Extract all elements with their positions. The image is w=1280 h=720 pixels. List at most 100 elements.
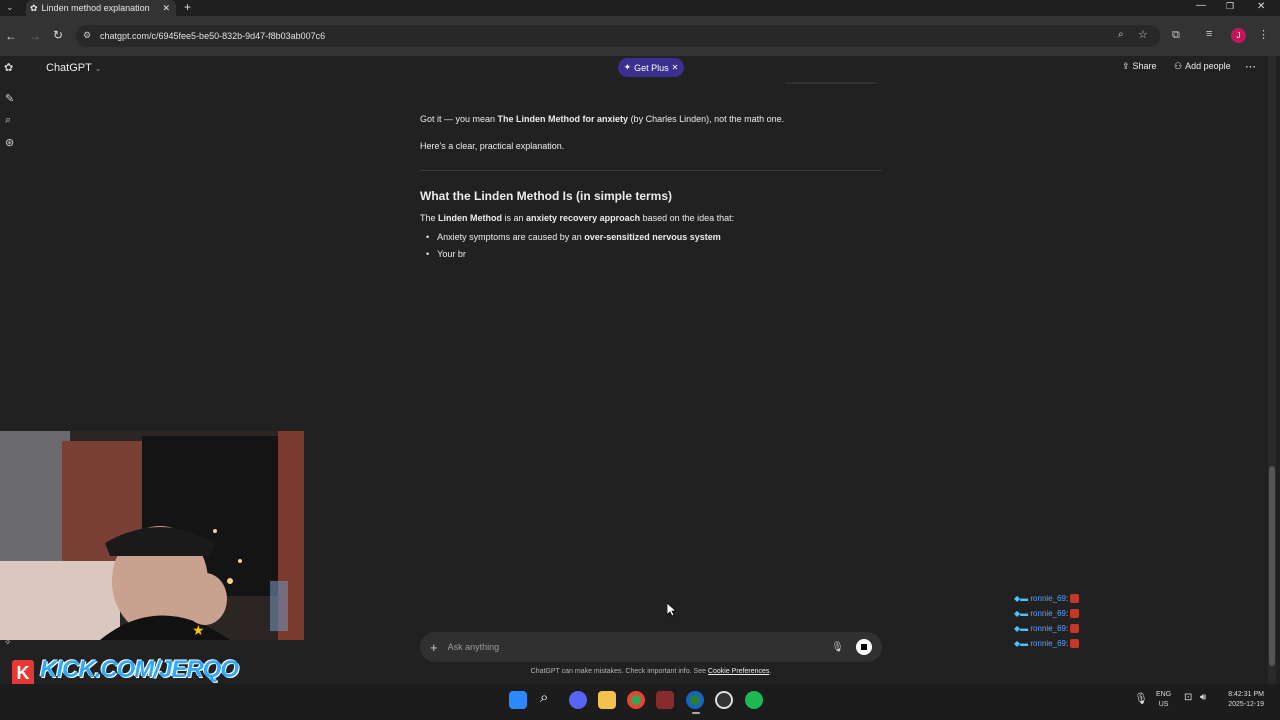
bullet: • (426, 249, 430, 259)
model-selector[interactable]: ChatGPT ⌄ (46, 62, 101, 74)
microphone-tray-icon[interactable]: 🎙︎ (1134, 692, 1148, 705)
chat-line: ◆▬ ronnie_69: (1014, 639, 1104, 654)
text-run: based on the idea that: (640, 213, 735, 223)
language-indicator[interactable]: ENG US (1156, 690, 1171, 710)
media-control-icon[interactable]: ≡ (1206, 28, 1212, 40)
add-people-button[interactable]: ⚇ Add people (1174, 61, 1231, 72)
text-run: (by Charles Linden), not the math one. (628, 114, 785, 124)
emote-icon (1070, 609, 1080, 619)
disclaimer-text: ChatGPT can make mistakes. Check importa… (530, 668, 708, 675)
tab-list-icon[interactable]: ⌄ (6, 2, 14, 13)
add-person-icon: ⚇ (1174, 61, 1183, 71)
text-run: Got it — you mean (420, 114, 498, 124)
cookie-preferences-link[interactable]: Cookie Preferences (708, 668, 769, 675)
discord-icon[interactable] (569, 691, 587, 709)
browser-menu-icon[interactable]: ⋮ (1258, 28, 1269, 41)
webcam-image (0, 431, 304, 640)
taskbar-search-icon[interactable]: ⌕ (540, 689, 548, 706)
bookmark-star-icon[interactable]: ☆ (1138, 28, 1148, 41)
list-item: • Anxiety symptoms are caused by an over-… (426, 231, 721, 243)
chat-line: ◆▬ ronnie_69: (1014, 594, 1104, 609)
restore-icon[interactable]: ❐ (1226, 1, 1234, 12)
text-run: is an (502, 213, 527, 223)
volume-icon[interactable]: 🔊︎ (1200, 692, 1206, 703)
browser-tab[interactable]: ✿ Linden method explanation ✕ (26, 0, 176, 16)
star-icon: ★ (192, 622, 205, 638)
profile-avatar[interactable]: J (1231, 28, 1246, 43)
disclaimer-end: . (769, 668, 772, 675)
voice-meeter-icon[interactable] (656, 691, 674, 709)
sparkle-small-icon: ✧ (4, 637, 12, 647)
chat-username: ronnie_69 (1030, 624, 1066, 633)
more-options-icon[interactable]: ⋯ (1245, 60, 1256, 73)
close-tab-icon[interactable]: ✕ (162, 3, 170, 14)
kick-url-text: KICK.COM/JERQO (40, 656, 239, 683)
prompt-input[interactable] (447, 642, 832, 652)
badge-icon: ◆▬ (1014, 594, 1029, 603)
clock-date: 2025-12-19 (1228, 701, 1264, 708)
address-bar[interactable]: ⚙ chatgpt.com/c/6945fee5-be50-832b-9d47-… (76, 25, 1160, 47)
browser-tab-strip: ⌄ ✿ Linden method explanation ✕ + — ❐ ✕ (0, 0, 1280, 16)
chat-username: ronnie_69 (1030, 594, 1066, 603)
url-text: chatgpt.com/c/6945fee5-be50-832b-9d47-f8… (100, 31, 326, 41)
emote-icon (1070, 639, 1080, 649)
chatgpt-favicon-icon: ✿ (30, 2, 38, 13)
webcam-feed (0, 431, 304, 640)
emote-icon (1070, 594, 1080, 604)
bullet: • (426, 232, 430, 242)
active-app-indicator (692, 712, 700, 714)
microphone-icon[interactable]: 🎙︎ (831, 642, 844, 653)
dismiss-icon[interactable]: ✕ (672, 63, 679, 72)
spotify-icon[interactable] (745, 691, 763, 709)
add-attachment-icon[interactable]: + (430, 640, 438, 655)
assistant-paragraph: Got it — you mean The Linden Method for … (420, 113, 882, 125)
list-item: • Your br (426, 248, 466, 260)
stop-icon (861, 644, 867, 650)
bold-run: Linden Method (438, 213, 503, 223)
obs-icon[interactable] (715, 691, 733, 709)
chrome-icon[interactable] (627, 691, 645, 709)
system-clock[interactable]: 8:42:31 PM 2025-12-19 (1218, 690, 1264, 710)
forward-icon[interactable]: → (29, 29, 41, 43)
share-button[interactable]: ⇪ Share (1122, 61, 1157, 72)
new-tab-icon[interactable]: + (184, 0, 191, 14)
message-composer: + 🎙︎ (420, 632, 882, 662)
reload-icon[interactable]: ↻ (53, 28, 63, 42)
file-explorer-icon[interactable] (598, 691, 616, 709)
chat-username: ronnie_69 (1030, 609, 1066, 618)
zoom-icon[interactable]: ⌕ (1118, 29, 1124, 40)
get-plus-button[interactable]: ✦ Get Plus ✕ (618, 58, 684, 77)
network-icon[interactable]: ⊡ (1184, 692, 1192, 703)
new-chat-icon[interactable]: ✎ (5, 92, 14, 105)
search-chats-icon[interactable]: ⌕ (5, 114, 11, 127)
stop-generating-button[interactable] (856, 639, 872, 655)
chrome-profile-icon[interactable] (686, 691, 704, 709)
assistant-paragraph: The Linden Method is an anxiety recovery… (420, 212, 882, 224)
bold-run: anxiety recovery approach (526, 213, 641, 223)
clock-time: 8:42:31 PM (1228, 691, 1264, 698)
chat-username: ronnie_69 (1030, 639, 1066, 648)
chat-line: ◆▬ ronnie_69: (1014, 609, 1104, 624)
minimize-icon[interactable]: — (1196, 0, 1206, 11)
site-info-icon[interactable]: ⚙ (83, 30, 91, 41)
tab-title: Linden method explanation (41, 3, 150, 13)
text-run: Anxiety symptoms are caused by an (437, 232, 585, 242)
close-window-icon[interactable]: ✕ (1257, 1, 1265, 12)
previous-message-edge (785, 82, 877, 84)
windows-start-icon[interactable] (509, 691, 527, 709)
get-plus-label: Get Plus (634, 62, 669, 73)
badge-icon: ◆▬ (1014, 639, 1029, 648)
text-run: Your br (437, 249, 466, 259)
badge-icon: ◆▬ (1014, 609, 1029, 618)
back-icon[interactable]: ← (5, 29, 17, 43)
chevron-down-icon: ⌄ (94, 64, 102, 73)
share-icon: ⇪ (1122, 61, 1130, 71)
library-icon[interactable]: ⊛ (5, 136, 14, 149)
lang-top: ENG (1156, 691, 1172, 698)
scrollbar-thumb[interactable] (1269, 466, 1275, 666)
extensions-icon[interactable]: ⧉ (1172, 29, 1180, 42)
openai-logo-icon[interactable]: ✿ (4, 61, 13, 74)
sparkle-icon: ✦ (623, 62, 632, 72)
divider (420, 170, 882, 171)
page-scrollbar[interactable] (1268, 56, 1276, 684)
